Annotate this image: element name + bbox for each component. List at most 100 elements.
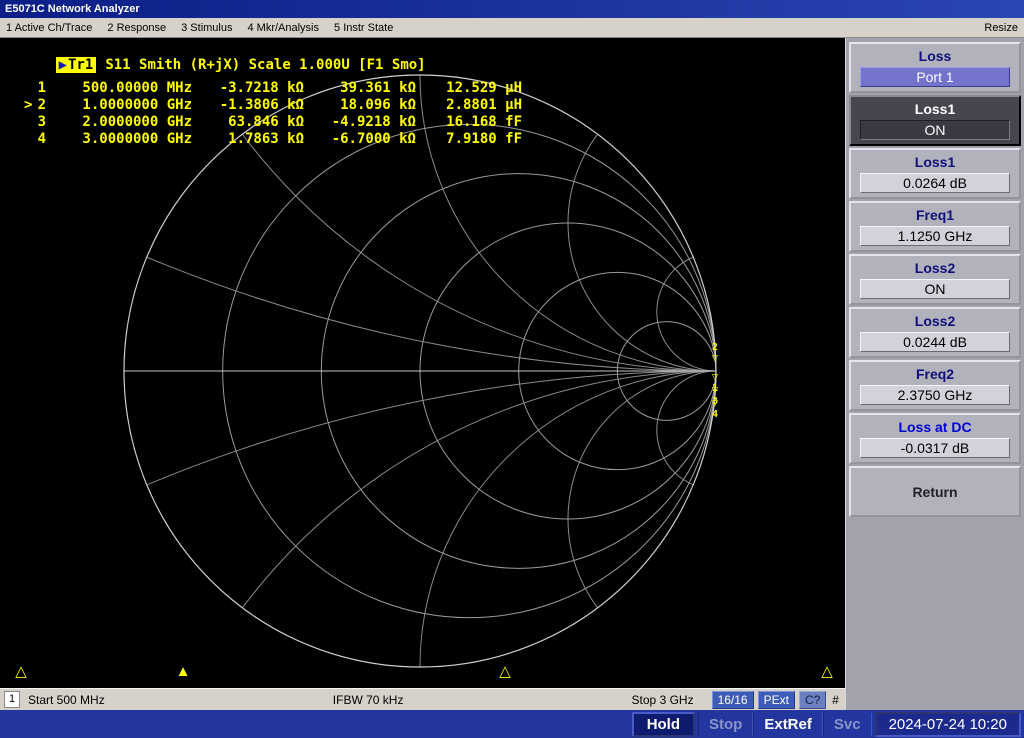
- marker-4-freq: 3.0000000 GHz: [46, 131, 192, 148]
- softkey-label: Freq1: [916, 207, 954, 223]
- trace-badge[interactable]: ▶Tr1: [56, 57, 97, 73]
- marker-1-equiv: 12.529 μH: [416, 80, 522, 97]
- softkey-value: Port 1: [860, 67, 1010, 87]
- marker-4-real: 1.7863 kΩ: [192, 131, 304, 148]
- softkey-loss1-2[interactable]: Loss1 ON: [849, 95, 1021, 146]
- marker-1-real: -3.7218 kΩ: [192, 80, 304, 97]
- softkey-freq1-4[interactable]: Freq1 1.1250 GHz: [849, 201, 1021, 252]
- softkey-loss-1[interactable]: Loss Port 1: [849, 42, 1021, 93]
- marker-number-4: 4: [712, 409, 718, 420]
- menu-item-4-mkr-analysis[interactable]: 4 Mkr/Analysis: [247, 22, 319, 34]
- extref-indicator: ExtRef: [753, 713, 823, 736]
- stimulus-marker-4: △: [818, 664, 836, 680]
- marker-2-freq: 1.0000000 GHz: [46, 97, 192, 114]
- marker-2-n: 2: [34, 97, 46, 114]
- stimulus-marker-3: △: [496, 664, 514, 680]
- status-chips: 16/16PExtC?#: [712, 691, 841, 709]
- status-chip-c: C?: [799, 691, 826, 709]
- menu-item-2-response[interactable]: 2 Response: [107, 22, 166, 34]
- marker-1-n: 1: [34, 80, 46, 97]
- menu-items: 1 Active Ch/Trace 2 Response 3 Stimulus 4 M…: [6, 22, 393, 34]
- softkey-value: 0.0244 dB: [860, 332, 1010, 352]
- marker-3-real: 63.846 kΩ: [192, 114, 304, 131]
- sweep-start: Start 500 MHz: [28, 693, 105, 707]
- marker-triangle-icon: ▽: [712, 385, 718, 396]
- channel-number: 1: [4, 691, 20, 708]
- trace-settings: S11 Smith (R+jX) Scale 1.000U [F1 Smo]: [105, 57, 425, 73]
- chart-marker-2: 2▽: [708, 342, 722, 364]
- ifbw-readout: IFBW 70 kHz: [333, 693, 404, 707]
- softkey-loss2-6[interactable]: Loss2 0.0244 dB: [849, 307, 1021, 358]
- status-chip-16-16: 16/16: [712, 691, 754, 709]
- softkey-value: -0.0317 dB: [860, 438, 1010, 458]
- marker-number-2: 2: [712, 342, 718, 353]
- softkey-label: Loss2: [915, 313, 955, 329]
- softkey-label: Return: [912, 484, 957, 500]
- marker-3-imag: -4.9218 kΩ: [304, 114, 416, 131]
- status-chip-pext: PExt: [758, 691, 795, 709]
- marker-row-4: 43.0000000 GHz1.7863 kΩ-6.7000 kΩ7.9180 …: [24, 131, 522, 148]
- status-bar: 1 Start 500 MHz IFBW 70 kHz Stop 3 GHz 1…: [0, 688, 845, 710]
- title-bar: E5071C Network Analyzer: [0, 0, 1024, 18]
- resize-button[interactable]: Resize: [984, 22, 1018, 34]
- softkey-label: Freq2: [916, 366, 954, 382]
- marker-2-real: -1.3806 kΩ: [192, 97, 304, 114]
- chart-marker-4: ▽4: [708, 398, 722, 420]
- softkey-value: ON: [860, 279, 1010, 299]
- stimulus-marker-2: ▲: [174, 664, 192, 680]
- marker-2-equiv: 2.8801 μH: [416, 97, 522, 114]
- marker-2-imag: 18.096 kΩ: [304, 97, 416, 114]
- marker-3-sel: [24, 114, 34, 131]
- marker-3-equiv: 16.168 fF: [416, 114, 522, 131]
- e5071c-screen: E5071C Network Analyzer 1 Active Ch/Trac…: [0, 0, 1024, 738]
- hold-button[interactable]: Hold: [632, 712, 695, 737]
- softkey-label: Loss1: [915, 154, 955, 170]
- softkey-value: 1.1250 GHz: [860, 226, 1010, 246]
- instrument-status-bar: Hold Stop ExtRef Svc 2024-07-24 10:20: [0, 710, 1024, 738]
- marker-4-equiv: 7.9180 fF: [416, 131, 522, 148]
- marker-1-imag: 39.361 kΩ: [304, 80, 416, 97]
- marker-1-freq: 500.00000 MHz: [46, 80, 192, 97]
- stop-indicator: Stop: [698, 713, 753, 736]
- stimulus-marker-1: △: [12, 664, 30, 680]
- softkey-label: Loss1: [915, 101, 955, 117]
- marker-triangle-icon: ▽: [712, 398, 718, 409]
- marker-4-sel: [24, 131, 34, 148]
- softkey-loss1-3[interactable]: Loss1 0.0264 dB: [849, 148, 1021, 199]
- marker-row-1: 1500.00000 MHz-3.7218 kΩ39.361 kΩ12.529 …: [24, 80, 522, 97]
- softkey-label: Loss2: [915, 260, 955, 276]
- clock: 2024-07-24 10:20: [875, 712, 1021, 737]
- menu-item-5-instr-state[interactable]: 5 Instr State: [334, 22, 393, 34]
- softkey-freq2-7[interactable]: Freq2 2.3750 GHz: [849, 360, 1021, 411]
- softkey-value: 2.3750 GHz: [860, 385, 1010, 405]
- softkey-loss-at-dc-8[interactable]: Loss at DC -0.0317 dB: [849, 413, 1021, 464]
- softkey-menu: Loss Port 1 Loss1 ON Loss1 0.0264 dB Freq1 1.12…: [845, 38, 1024, 710]
- svc-indicator: Svc: [823, 713, 872, 736]
- marker-3-freq: 2.0000000 GHz: [46, 114, 192, 131]
- marker-1-sel: [24, 80, 34, 97]
- softkey-value: ON: [860, 120, 1010, 140]
- status-chip-: #: [830, 692, 841, 708]
- active-trace-arrow-icon: ▶: [59, 57, 67, 73]
- menu-bar: 1 Active Ch/Trace 2 Response 3 Stimulus 4 M…: [0, 18, 1024, 38]
- menu-item-3-stimulus[interactable]: 3 Stimulus: [181, 22, 232, 34]
- marker-triangle-icon: ▽: [712, 353, 718, 364]
- marker-table: 1500.00000 MHz-3.7218 kΩ39.361 kΩ12.529 …: [24, 80, 522, 148]
- marker-row-3: 32.0000000 GHz63.846 kΩ-4.9218 kΩ16.168 …: [24, 114, 522, 131]
- softkey-value: 0.0264 dB: [860, 173, 1010, 193]
- sweep-stop: Stop 3 GHz: [632, 693, 694, 707]
- window-title: E5071C Network Analyzer: [5, 3, 140, 15]
- marker-triangle-icon: ▽: [712, 372, 718, 383]
- marker-2-sel: >: [24, 97, 34, 114]
- softkey-label: Loss: [919, 48, 952, 64]
- softkey-label: Loss at DC: [898, 419, 971, 435]
- marker-row-2: >21.0000000 GHz-1.3806 kΩ18.096 kΩ2.8801…: [24, 97, 522, 114]
- softkey-loss2-5[interactable]: Loss2 ON: [849, 254, 1021, 305]
- marker-4-n: 4: [34, 131, 46, 148]
- marker-3-n: 3: [34, 114, 46, 131]
- trace-label: Tr1: [68, 57, 93, 73]
- softkey-return-9[interactable]: Return: [849, 466, 1021, 517]
- menu-item-1-active-ch-trace[interactable]: 1 Active Ch/Trace: [6, 22, 92, 34]
- marker-4-imag: -6.7000 kΩ: [304, 131, 416, 148]
- graph-area: ▶Tr1 S11 Smith (R+jX) Scale 1.000U [F1 Sm…: [0, 38, 845, 688]
